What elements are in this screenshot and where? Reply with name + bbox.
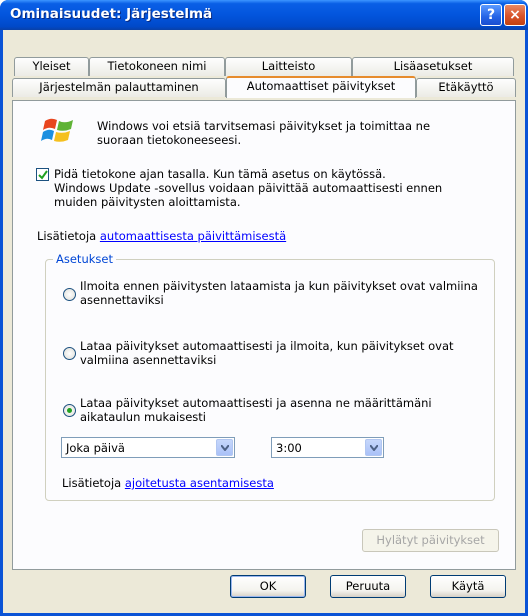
keep-updated-line-2: Windows Update -sovellus voidaan päivitt… xyxy=(54,181,443,195)
chevron-down-icon xyxy=(221,445,229,451)
keep-updated-line-1[interactable]: Pidä tietokone ajan tasalla. Kun tämä as… xyxy=(54,167,386,181)
declined-updates-button[interactable]: Hylätyt päivitykset xyxy=(362,529,499,552)
settings-group-label: Asetukset xyxy=(53,252,116,266)
day-select-value: Joka päivä xyxy=(66,441,125,455)
tab-jarjestelman-palauttaminen[interactable]: Järjestelmän palauttaminen xyxy=(12,78,226,97)
tab-laitteisto[interactable]: Laitteisto xyxy=(225,57,352,76)
properties-window: Ominaisuudet: Järjestelmä ? × Yleiset Ti… xyxy=(0,0,528,616)
radio-notify-before-download[interactable] xyxy=(63,288,76,301)
option-2-line-2: valmiina asennettaviksi xyxy=(80,353,217,367)
tab-panel: Windows voi etsiä tarvitsemasi päivityks… xyxy=(12,100,516,570)
tab-lisaasetukset[interactable]: Lisäasetukset xyxy=(352,57,514,76)
radio-download-and-install-scheduled[interactable] xyxy=(63,404,76,417)
keep-updated-checkbox[interactable] xyxy=(36,168,49,181)
apply-button[interactable]: Käytä xyxy=(430,575,506,598)
option-1-line-1[interactable]: Ilmoita ennen päivitysten lataamista ja … xyxy=(80,279,478,293)
time-select-dropdown[interactable] xyxy=(365,439,382,456)
chevron-down-icon xyxy=(370,445,378,451)
cancel-button[interactable]: Peruuta xyxy=(330,575,406,598)
close-button[interactable]: × xyxy=(504,4,526,26)
schedule-info-text: Lisätietoja ajoitetusta asentamisesta xyxy=(62,476,274,490)
option-3-line-2: aikataulun mukaisesti xyxy=(80,410,206,424)
tab-tietokoneen-nimi[interactable]: Tietokoneen nimi xyxy=(89,57,225,76)
ok-button[interactable]: OK xyxy=(230,575,306,598)
checkmark-icon xyxy=(38,170,48,180)
option-3-line-1[interactable]: Lataa päivitykset automaattisesti ja ase… xyxy=(80,396,432,410)
more-info-text: Lisätietoja automaattisesta päivittämise… xyxy=(37,229,286,243)
option-2-line-1[interactable]: Lataa päivitykset automaattisesti ja ilm… xyxy=(80,339,454,353)
tab-yleiset[interactable]: Yleiset xyxy=(14,57,89,76)
option-1-line-2: asennettaviksi xyxy=(80,293,164,307)
intro-line-2: suoraan tietokoneeseesi. xyxy=(97,133,242,147)
radio-download-and-notify[interactable] xyxy=(63,347,76,360)
dialog-client: Yleiset Tietokoneen nimi Laitteisto Lisä… xyxy=(3,30,525,613)
window-title: Ominaisuudet: Järjestelmä xyxy=(10,6,213,22)
more-info-prefix: Lisätietoja xyxy=(37,229,97,243)
tab-automaattiset-paivitykset[interactable]: Automaattiset päivitykset xyxy=(226,76,416,98)
windows-logo-icon xyxy=(41,118,73,142)
intro-line-1: Windows voi etsiä tarvitsemasi päivityks… xyxy=(97,119,431,133)
tab-etakaytto[interactable]: Etäkäyttö xyxy=(416,78,516,97)
day-select-dropdown[interactable] xyxy=(216,439,233,456)
schedule-info-prefix: Lisätietoja xyxy=(62,476,122,490)
title-bar[interactable]: Ominaisuudet: Järjestelmä ? × xyxy=(0,0,528,30)
time-select-value: 3:00 xyxy=(276,441,302,455)
day-select[interactable]: Joka päivä xyxy=(61,437,235,458)
auto-update-info-link[interactable]: automaattisesta päivittämisestä xyxy=(100,229,286,243)
help-button[interactable]: ? xyxy=(480,4,502,26)
scheduled-install-info-link[interactable]: ajoitetusta asentamisesta xyxy=(125,476,274,490)
keep-updated-line-3: muiden päivitysten aloittamista. xyxy=(54,195,241,209)
time-select[interactable]: 3:00 xyxy=(271,437,384,458)
